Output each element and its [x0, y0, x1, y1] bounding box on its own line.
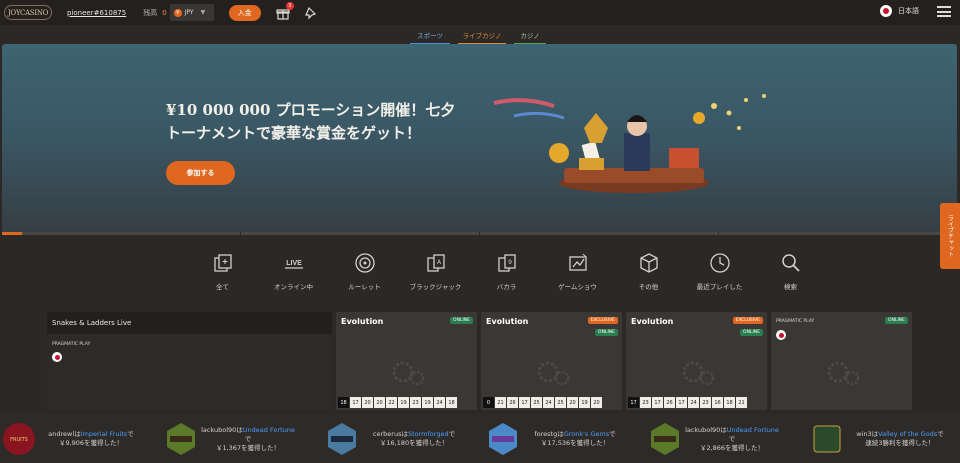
- deposit-button[interactable]: 入金: [228, 4, 261, 21]
- promo-illustration: [493, 94, 766, 193]
- loading-gears-icon: [827, 361, 860, 386]
- roulette-history: 0 21 26 17 25 24 25 20 19 20: [483, 397, 602, 408]
- evolution-logo: Evolution: [486, 317, 529, 326]
- hamburger-menu-icon[interactable]: [937, 6, 951, 17]
- category-search[interactable]: 検索: [755, 251, 826, 291]
- category-other[interactable]: その他: [613, 251, 684, 291]
- live-icon-text: LIVE: [286, 260, 302, 267]
- balance-label: 残高: [143, 8, 158, 17]
- top-bar: JOYCASINO pioneer#610875 残高 0 ¥ JPY ▼ 入金…: [0, 0, 960, 25]
- currency-label: JPY: [184, 9, 194, 16]
- game-card-evolution-3[interactable]: Evolution EXCLUSIVE ONLINE 17 23 17 26 17 24 2…: [626, 312, 767, 410]
- tab-live-casino[interactable]: ライブカジノ: [458, 30, 506, 45]
- join-button[interactable]: 参加する: [166, 161, 235, 185]
- game-title: Snakes & Ladders Live: [52, 319, 132, 327]
- provider-label: PRAGMATIC PLAY: [52, 342, 91, 347]
- category-roulette[interactable]: ルーレット: [329, 251, 400, 291]
- stormforged-thumb: [325, 422, 359, 456]
- category-bar: 全て LIVE オンライン中 ルーレット A ブラックジャック 9 バカラ ゲー…: [187, 251, 826, 291]
- language-label: 日本語: [898, 7, 919, 15]
- all-games-icon: [211, 251, 235, 275]
- online-badge: ONLINE: [885, 317, 908, 324]
- category-recent[interactable]: 最近プレイした: [684, 251, 755, 291]
- yen-coin-icon: ¥: [173, 8, 182, 17]
- game-card-evolution-2[interactable]: Evolution EXCLUSIVE ONLINE 0 21 26 17 25 24 25…: [481, 312, 622, 410]
- joycasino-logo[interactable]: JOYCASINO: [4, 5, 52, 20]
- japan-flag-icon: [880, 5, 892, 17]
- banner-progress: [2, 232, 957, 235]
- loading-gears-icon: [682, 361, 715, 386]
- svg-text:FRUITS: FRUITS: [10, 437, 28, 443]
- game-grid: Snakes & Ladders Live PRAGMATIC PLAY Evo…: [47, 312, 912, 410]
- winner-item[interactable]: win3はValley of the Godsで 連続3勝利を獲得した！: [810, 422, 956, 456]
- live-icon: LIVE: [282, 251, 306, 275]
- exclusive-badge: EXCLUSIVE: [732, 317, 763, 324]
- svg-text:9: 9: [508, 259, 512, 266]
- japan-flag-icon: [52, 352, 62, 362]
- undead-fortune-thumb: [164, 422, 198, 456]
- live-chat-button[interactable]: ライブチャット: [940, 203, 960, 269]
- undead-fortune-thumb: [648, 422, 682, 456]
- category-live[interactable]: LIVE オンライン中: [258, 251, 329, 291]
- pin-button[interactable]: [304, 6, 318, 20]
- blackjack-icon: A: [424, 251, 448, 275]
- gift-badge: 3: [285, 1, 294, 10]
- promo-title: ¥10 000 000 プロモーション開催！七夕トーナメントで豪華な賞金をゲット…: [166, 101, 456, 142]
- game-card-evolution-1[interactable]: Evolution ONLINE 18 17 20 20 22 19 23 19 24 18: [336, 312, 477, 410]
- tab-sports[interactable]: スポーツ: [410, 30, 450, 45]
- category-blackjack[interactable]: A ブラックジャック: [400, 251, 471, 291]
- tab-casino[interactable]: カジノ: [514, 30, 546, 45]
- winners-ticker: FRUITS andrewlはImperial Fruitsで ￥9,906を獲得…: [0, 413, 960, 463]
- online-badge: ONLINE: [450, 317, 473, 324]
- loading-gears-icon: [537, 361, 570, 386]
- winner-item[interactable]: FRUITS andrewlはImperial Fruitsで ￥9,906を獲得…: [2, 422, 146, 456]
- evolution-logo: Evolution: [341, 317, 384, 326]
- language-select[interactable]: 日本語: [880, 5, 919, 17]
- search-icon: [779, 251, 803, 275]
- winner-item[interactable]: forestgはGronk's Gemsで ￥17,536を獲得した！: [486, 422, 630, 456]
- gronks-gems-thumb: [486, 422, 520, 456]
- evolution-logo: Evolution: [631, 317, 674, 326]
- game-show-icon: [566, 251, 590, 275]
- dice-icon: [637, 251, 661, 275]
- provider-label: PRAGMATIC PLAY: [776, 319, 815, 324]
- japan-flag-icon: [776, 330, 786, 340]
- section-tabs: スポーツ ライブカジノ カジノ: [410, 30, 546, 45]
- winner-item[interactable]: cerberusはStormforgedで ￥16,180を獲得した！: [325, 422, 469, 456]
- roulette-history: 18 17 20 20 22 19 23 19 24 18: [338, 397, 457, 408]
- online-badge: ONLINE: [740, 329, 763, 336]
- valley-of-the-gods-thumb: [810, 422, 844, 456]
- imperial-fruits-thumb: FRUITS: [2, 422, 36, 456]
- exclusive-badge: EXCLUSIVE: [587, 317, 618, 324]
- winner-item[interactable]: lackubol90はUndead Fortuneで ￥2,866を獲得した！: [648, 422, 782, 456]
- recent-icon: [708, 251, 732, 275]
- category-game-show[interactable]: ゲームショウ: [542, 251, 613, 291]
- loading-gears-icon: [392, 361, 425, 386]
- username-link[interactable]: pioneer#610875: [67, 9, 126, 17]
- online-badge: ONLINE: [595, 329, 618, 336]
- chevron-down-icon: ▼: [200, 9, 206, 16]
- roulette-history: 17 23 17 26 17 24 23 16 18 21: [628, 397, 747, 408]
- gift-button[interactable]: 3: [276, 1, 294, 20]
- pin-icon: [304, 6, 316, 19]
- category-all[interactable]: 全て: [187, 251, 258, 291]
- game-card-pragmatic[interactable]: PRAGMATIC PLAY ONLINE: [771, 312, 912, 410]
- currency-select[interactable]: ¥ JPY ▼: [169, 4, 214, 21]
- baccarat-icon: 9: [495, 251, 519, 275]
- winner-item[interactable]: lackubol90はUndead Fortuneで ￥1,367を獲得した！: [164, 422, 298, 456]
- balance-value: 0: [162, 8, 167, 17]
- roulette-icon: [353, 251, 377, 275]
- game-card-snakes-ladders[interactable]: Snakes & Ladders Live PRAGMATIC PLAY: [47, 312, 332, 410]
- promo-banner[interactable]: ¥10 000 000 プロモーション開催！七夕トーナメントで豪華な賞金をゲット…: [2, 44, 957, 235]
- category-baccarat[interactable]: 9 バカラ: [471, 251, 542, 291]
